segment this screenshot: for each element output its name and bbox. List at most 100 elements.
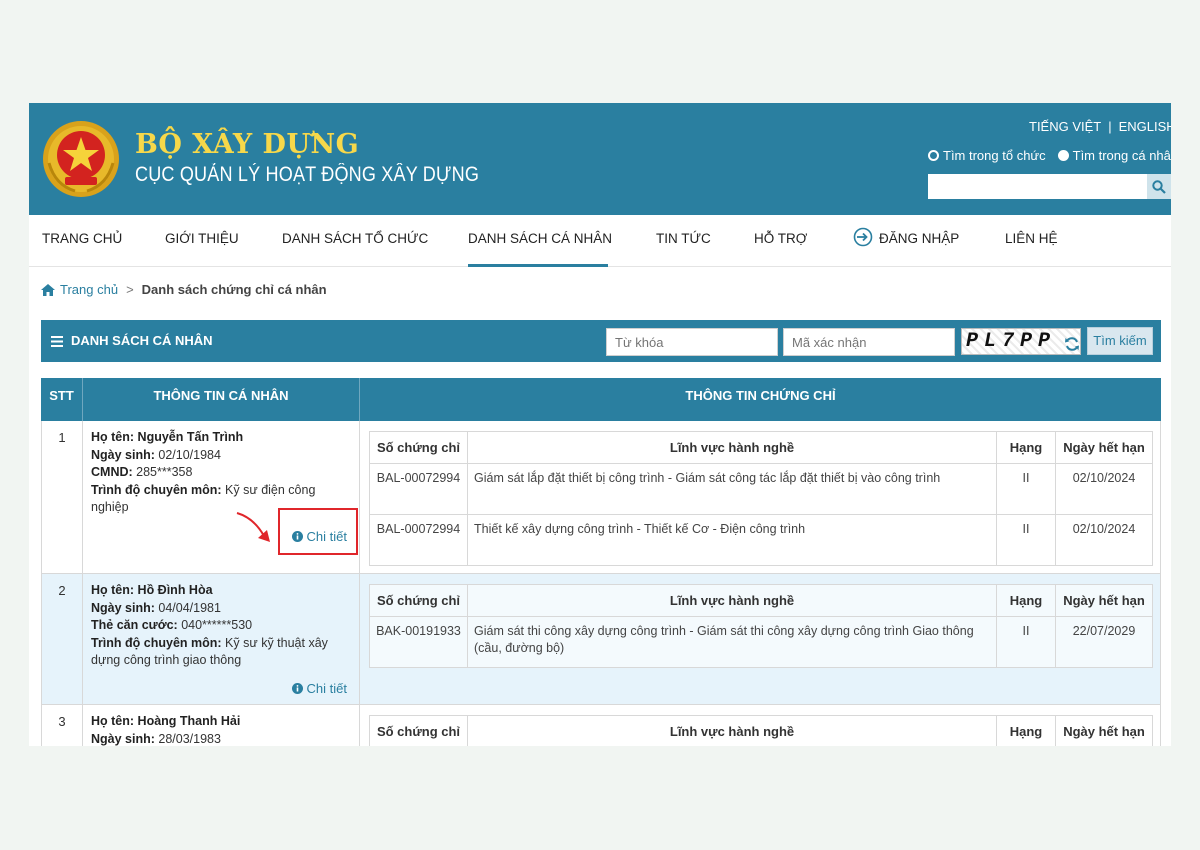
id-label: Thẻ căn cước: <box>91 618 178 632</box>
captcha-image: PL7PP <box>961 328 1081 355</box>
search-button[interactable]: Tìm kiếm <box>1087 327 1153 355</box>
cert-field: Thiết kế xây dựng công trình - Thiết kế … <box>467 514 997 566</box>
lang-vietnamese-link[interactable]: TIẾNG VIỆT <box>1029 119 1101 134</box>
person-info: Họ tên: Hoàng Thanh Hải Ngày sinh: 28/03… <box>83 705 360 746</box>
cert-field: Giám sát thi công xây dựng công trình - … <box>467 616 997 668</box>
cert-col-field: Lĩnh vực hành nghề <box>467 431 997 464</box>
search-scope: Tìm trong tổ chức Tìm trong cá nhân <box>928 148 1171 163</box>
cert-rank: II <box>996 514 1056 566</box>
id-label: CMND: <box>91 465 133 479</box>
header-search-button[interactable] <box>1147 174 1171 199</box>
cert-col-field: Lĩnh vực hành nghề <box>467 715 997 746</box>
name-label: Họ tên: <box>91 583 135 597</box>
breadcrumb: Trang chủ > Danh sách chứng chỉ cá nhân <box>41 282 327 297</box>
nav-item-login[interactable]: ĐĂNG NHẬP <box>853 215 959 267</box>
person-name: Nguyễn Tấn Trình <box>137 430 244 444</box>
person-name: Hoàng Thanh Hải <box>137 714 241 728</box>
nav-login-label: ĐĂNG NHẬP <box>879 231 960 246</box>
col-cert-header: THÔNG TIN CHỨNG CHỈ <box>685 388 836 403</box>
cert-col-no: Số chứng chỉ <box>369 715 468 746</box>
captcha-input[interactable] <box>783 328 955 356</box>
cert-cell: Số chứng chỉ Lĩnh vực hành nghề Hạng Ngà… <box>360 574 1161 704</box>
name-label: Họ tên: <box>91 430 135 444</box>
header-search-input[interactable] <box>928 174 1171 199</box>
cert-cell: Số chứng chỉ Lĩnh vực hành nghề Hạng Ngà… <box>360 421 1161 573</box>
dob-label: Ngày sinh: <box>91 447 155 462</box>
radio-checked-icon[interactable] <box>928 150 939 161</box>
table-row: 3 Họ tên: Hoàng Thanh Hải Ngày sinh: 28/… <box>41 705 1161 746</box>
cert-field: Giám sát lắp đặt thiết bị công trình - G… <box>467 463 997 515</box>
cert-col-field: Lĩnh vực hành nghề <box>467 584 997 617</box>
radio-unchecked-icon[interactable] <box>1057 150 1069 161</box>
language-switcher: TIẾNG VIỆT | ENGLISH <box>1029 119 1171 134</box>
cert-col-expiry: Ngày hết hạn <box>1055 715 1153 746</box>
list-title-label: DANH SÁCH CÁ NHÂN <box>71 333 213 348</box>
national-emblem-icon <box>43 121 119 197</box>
home-icon <box>41 283 55 296</box>
radio-person-label: Tìm trong cá nhân <box>1072 148 1171 163</box>
name-label: Họ tên: <box>91 714 135 728</box>
breadcrumb-home[interactable]: Trang chủ <box>41 282 118 297</box>
col-stt-header: STT <box>41 378 83 421</box>
cert-col-no: Số chứng chỉ <box>369 431 468 464</box>
nav-item-organizations[interactable]: DANH SÁCH TỔ CHỨC <box>282 215 428 267</box>
lang-english-link[interactable]: ENGLISH <box>1119 119 1171 134</box>
radio-org-option[interactable]: Tìm trong tổ chức <box>928 148 1046 163</box>
cert-no: BAK-00191933 <box>369 616 468 668</box>
radio-person-option[interactable]: Tìm trong cá nhân <box>1057 148 1171 163</box>
cert-col-expiry: Ngày hết hạn <box>1055 584 1153 617</box>
detail-label: Chi tiết <box>306 681 347 696</box>
cert-rank: II <box>996 616 1056 668</box>
lang-separator: | <box>1108 119 1112 134</box>
edu-label: Trình độ chuyên môn: <box>91 635 222 650</box>
dob-label: Ngày sinh: <box>91 731 155 746</box>
cert-col-rank: Hạng <box>996 715 1056 746</box>
cert-expiry: 02/10/2024 <box>1055 463 1153 515</box>
radio-org-label: Tìm trong tổ chức <box>943 148 1046 163</box>
breadcrumb-home-label: Trang chủ <box>60 282 119 297</box>
person-id: 040******530 <box>181 618 253 632</box>
dob-label: Ngày sinh: <box>91 600 155 615</box>
nav-item-support[interactable]: HỖ TRỢ <box>754 215 807 267</box>
detail-link[interactable]: Chi tiết <box>291 680 347 698</box>
person-dob: 28/03/1983 <box>158 731 221 746</box>
site-subtitle: CỤC QUẢN LÝ HOẠT ĐỘNG XÂY DỰNG <box>135 163 480 186</box>
nav-item-news[interactable]: TIN TỨC <box>656 215 711 267</box>
breadcrumb-separator: > <box>126 282 134 297</box>
nav-item-home[interactable]: TRANG CHỦ <box>42 215 122 267</box>
col-info-header: THÔNG TIN CÁ NHÂN <box>83 378 360 421</box>
list-toolbar: DANH SÁCH CÁ NHÂN PL7PP Tìm kiếm <box>41 320 1161 362</box>
cert-col-no: Số chứng chỉ <box>369 584 468 617</box>
search-icon <box>1152 179 1166 194</box>
cert-no: BAL-00072994 <box>369 463 468 515</box>
cert-cell: Số chứng chỉ Lĩnh vực hành nghề Hạng Ngà… <box>360 705 1161 746</box>
list-title: DANH SÁCH CÁ NHÂN <box>51 320 213 362</box>
nav-item-contact[interactable]: LIÊN HỆ <box>1005 215 1058 267</box>
info-icon <box>291 683 303 695</box>
row-stt: 2 <box>41 574 83 704</box>
cert-table: Số chứng chỉ Lĩnh vực hành nghề Hạng Ngà… <box>369 715 1153 746</box>
row-stt: 1 <box>41 421 83 573</box>
person-info: Họ tên: Hồ Đình Hòa Ngày sinh: 04/04/198… <box>83 574 360 704</box>
cert-row: BAL-00072994 Giám sát lắp đặt thiết bị c… <box>369 463 1153 515</box>
cert-col-rank: Hạng <box>996 584 1056 617</box>
refresh-icon[interactable] <box>1064 336 1080 352</box>
edu-label: Trình độ chuyên môn: <box>91 482 222 497</box>
table-row: 1 Họ tên: Nguyễn Tấn Trình Ngày sinh: 02… <box>41 421 1161 574</box>
person-name: Hồ Đình Hòa <box>137 583 213 597</box>
cert-table: Số chứng chỉ Lĩnh vực hành nghề Hạng Ngà… <box>369 431 1153 566</box>
main-nav: TRANG CHỦ GIỚI THIỆU DANH SÁCH TỔ CHỨC D… <box>29 215 1171 267</box>
annotation-arrow-icon <box>236 512 270 542</box>
menu-icon <box>51 335 63 347</box>
cert-col-rank: Hạng <box>996 431 1056 464</box>
nav-item-about[interactable]: GIỚI THIỆU <box>165 215 239 267</box>
cert-rank: II <box>996 463 1056 515</box>
nav-item-individuals[interactable]: DANH SÁCH CÁ NHÂN <box>468 215 612 267</box>
keyword-input[interactable] <box>606 328 778 356</box>
table-row: 2 Họ tên: Hồ Đình Hòa Ngày sinh: 04/04/1… <box>41 574 1161 705</box>
cert-row: BAK-00191933 Giám sát thi công xây dựng … <box>369 616 1153 668</box>
row-stt: 3 <box>41 705 83 746</box>
cert-no: BAL-00072994 <box>369 514 468 566</box>
cert-row: BAL-00072994 Thiết kế xây dựng công trìn… <box>369 514 1153 566</box>
screenshot-frame: BỘ XÂY DỰNG CỤC QUẢN LÝ HOẠT ĐỘNG XÂY DỰ… <box>29 103 1171 746</box>
